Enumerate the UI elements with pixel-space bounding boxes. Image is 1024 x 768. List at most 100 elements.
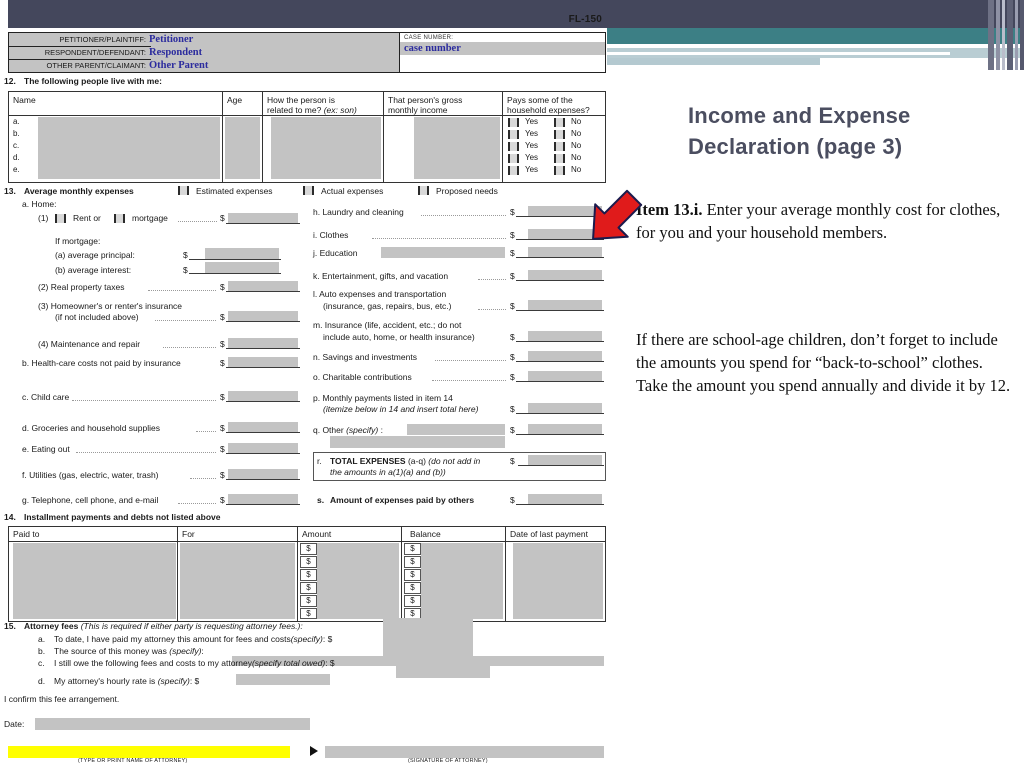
t14-balance-fill[interactable] bbox=[421, 543, 503, 619]
e-amount-field[interactable] bbox=[228, 443, 298, 453]
t12-yes-label-e: Yes bbox=[525, 165, 539, 174]
o-amount-field[interactable] bbox=[528, 371, 602, 381]
item12-number: 12. bbox=[4, 76, 16, 86]
k-amount-field[interactable] bbox=[528, 270, 602, 280]
l-amount-field[interactable] bbox=[528, 300, 602, 310]
attorney-name-highlight-field[interactable] bbox=[8, 746, 290, 758]
a1-amount-field[interactable] bbox=[228, 213, 298, 223]
g-amount-field[interactable] bbox=[228, 494, 298, 504]
a4-amount-field[interactable] bbox=[228, 338, 298, 348]
g-leader bbox=[178, 503, 216, 504]
d-amount-field[interactable] bbox=[228, 422, 298, 432]
respondent-value: Respondent bbox=[149, 47, 203, 58]
insurance-label-line1: m. Insurance (life, accident, etc.; do n… bbox=[313, 320, 462, 330]
t14-paidto-fill[interactable] bbox=[13, 543, 176, 619]
item15-b-letter: b. bbox=[38, 646, 46, 656]
l-leader bbox=[478, 309, 506, 310]
t12-yes-checkbox-c[interactable] bbox=[508, 142, 519, 151]
total-expenses-amount-field[interactable] bbox=[528, 455, 602, 465]
t12-no-checkbox-d[interactable] bbox=[554, 154, 565, 163]
t12-name-fill[interactable] bbox=[38, 117, 220, 179]
t12-income-fill[interactable] bbox=[414, 117, 500, 179]
education-note-field[interactable] bbox=[381, 247, 505, 258]
c-dollar: $ bbox=[220, 392, 225, 402]
t14-for-fill[interactable] bbox=[180, 543, 295, 619]
t12-yes-checkbox-d[interactable] bbox=[508, 154, 519, 163]
other-specify-field[interactable] bbox=[407, 424, 505, 435]
item14-title: Installment payments and debts not liste… bbox=[24, 512, 221, 522]
item15-redaction-block-1[interactable] bbox=[383, 618, 473, 657]
banner-stripe-5 bbox=[1015, 0, 1018, 70]
t12-relation-fill[interactable] bbox=[271, 117, 381, 179]
t12-row-c: c. bbox=[13, 141, 20, 150]
clothes-label: i. Clothes bbox=[313, 230, 349, 240]
t12-no-checkbox-a[interactable] bbox=[554, 118, 565, 127]
j-rule bbox=[516, 257, 604, 258]
t12-no-checkbox-b[interactable] bbox=[554, 130, 565, 139]
n-amount-field[interactable] bbox=[528, 351, 602, 361]
mortgage-checkbox[interactable] bbox=[114, 214, 125, 223]
auto-expenses-label-line1: l. Auto expenses and transportation bbox=[313, 289, 447, 299]
t14-amount-dollar-2: $ bbox=[300, 556, 317, 568]
t12-yes-checkbox-e[interactable] bbox=[508, 166, 519, 175]
estimated-expenses-checkbox[interactable] bbox=[178, 186, 189, 195]
t12-no-checkbox-e[interactable] bbox=[554, 166, 565, 175]
item15-d-rate-field[interactable] bbox=[236, 674, 330, 685]
item15-a-specify: (specify) bbox=[290, 634, 323, 644]
slide-paragraph-1: Item 13.i. Enter your average monthly co… bbox=[636, 198, 1011, 244]
slide-title-line1: Income and Expense bbox=[688, 103, 911, 128]
m-amount-field[interactable] bbox=[528, 331, 602, 341]
t12-col-income-line2: monthly income bbox=[388, 105, 448, 115]
total-expenses-bold: TOTAL EXPENSES bbox=[330, 456, 406, 466]
t12-col-relation-line2: related to me? (ex: son) bbox=[267, 105, 357, 115]
item15-c-amount-field[interactable] bbox=[396, 666, 490, 678]
r-dollar: $ bbox=[510, 456, 515, 466]
m-dollar: $ bbox=[510, 332, 515, 342]
other-parent-label: OTHER PARENT/CLAIMANT: bbox=[46, 61, 146, 70]
slide-paragraph-2: If there are school-age children, don’t … bbox=[636, 330, 1011, 395]
other-specify-field-line2[interactable] bbox=[330, 436, 505, 448]
actual-expenses-checkbox[interactable] bbox=[303, 186, 314, 195]
avg-interest-field[interactable] bbox=[205, 262, 279, 273]
t12-no-checkbox-c[interactable] bbox=[554, 142, 565, 151]
g-rule bbox=[226, 504, 300, 505]
item15-a-text: To date, I have paid my attorney this am… bbox=[54, 634, 291, 644]
petitioner-row: PETITIONER/PLAINTIFF: Petitioner bbox=[9, 33, 399, 46]
proposed-needs-checkbox[interactable] bbox=[418, 186, 429, 195]
item15-d-specify: (specify) bbox=[157, 676, 190, 686]
item15-a-tail: : $ bbox=[322, 634, 333, 644]
t12-yes-checkbox-b[interactable] bbox=[508, 130, 519, 139]
k-leader bbox=[478, 279, 506, 280]
avg-principal-field[interactable] bbox=[205, 248, 279, 259]
p-amount-field[interactable] bbox=[528, 403, 602, 413]
t12-vline-1 bbox=[222, 92, 223, 182]
t12-yes-checkbox-a[interactable] bbox=[508, 118, 519, 127]
t12-no-label-e: No bbox=[571, 165, 582, 174]
attorney-signature-field[interactable] bbox=[325, 746, 604, 758]
maintenance-repair-label: (4) Maintenance and repair bbox=[38, 339, 141, 349]
q-amount-field[interactable] bbox=[528, 424, 602, 434]
date-field[interactable] bbox=[35, 718, 310, 730]
healthcare-costs-label: b. Health-care costs not paid by insuran… bbox=[22, 358, 181, 368]
e-rule bbox=[226, 453, 300, 454]
t12-col-relation-text: related to me? bbox=[267, 105, 322, 115]
t12-row-e: e. bbox=[13, 165, 20, 174]
j-dollar: $ bbox=[510, 248, 515, 258]
rent-checkbox[interactable] bbox=[55, 214, 66, 223]
b-amount-field[interactable] bbox=[228, 357, 298, 367]
f-dollar: $ bbox=[220, 470, 225, 480]
t14-col-paid-to: Paid to bbox=[13, 529, 40, 539]
laundry-label: h. Laundry and cleaning bbox=[313, 207, 404, 217]
s-amount-field[interactable] bbox=[528, 494, 602, 504]
real-property-taxes-label: (2) Real property taxes bbox=[38, 282, 125, 292]
a3-amount-field[interactable] bbox=[228, 311, 298, 321]
t12-age-fill[interactable] bbox=[225, 117, 260, 179]
c-amount-field[interactable] bbox=[228, 391, 298, 401]
a2-amount-field[interactable] bbox=[228, 281, 298, 291]
t14-amount-fill[interactable] bbox=[317, 543, 399, 619]
case-number-value: case number bbox=[400, 42, 605, 55]
f-amount-field[interactable] bbox=[228, 469, 298, 479]
b-dollar: $ bbox=[220, 358, 225, 368]
t14-date-fill[interactable] bbox=[513, 543, 603, 619]
s-rule bbox=[516, 504, 604, 505]
